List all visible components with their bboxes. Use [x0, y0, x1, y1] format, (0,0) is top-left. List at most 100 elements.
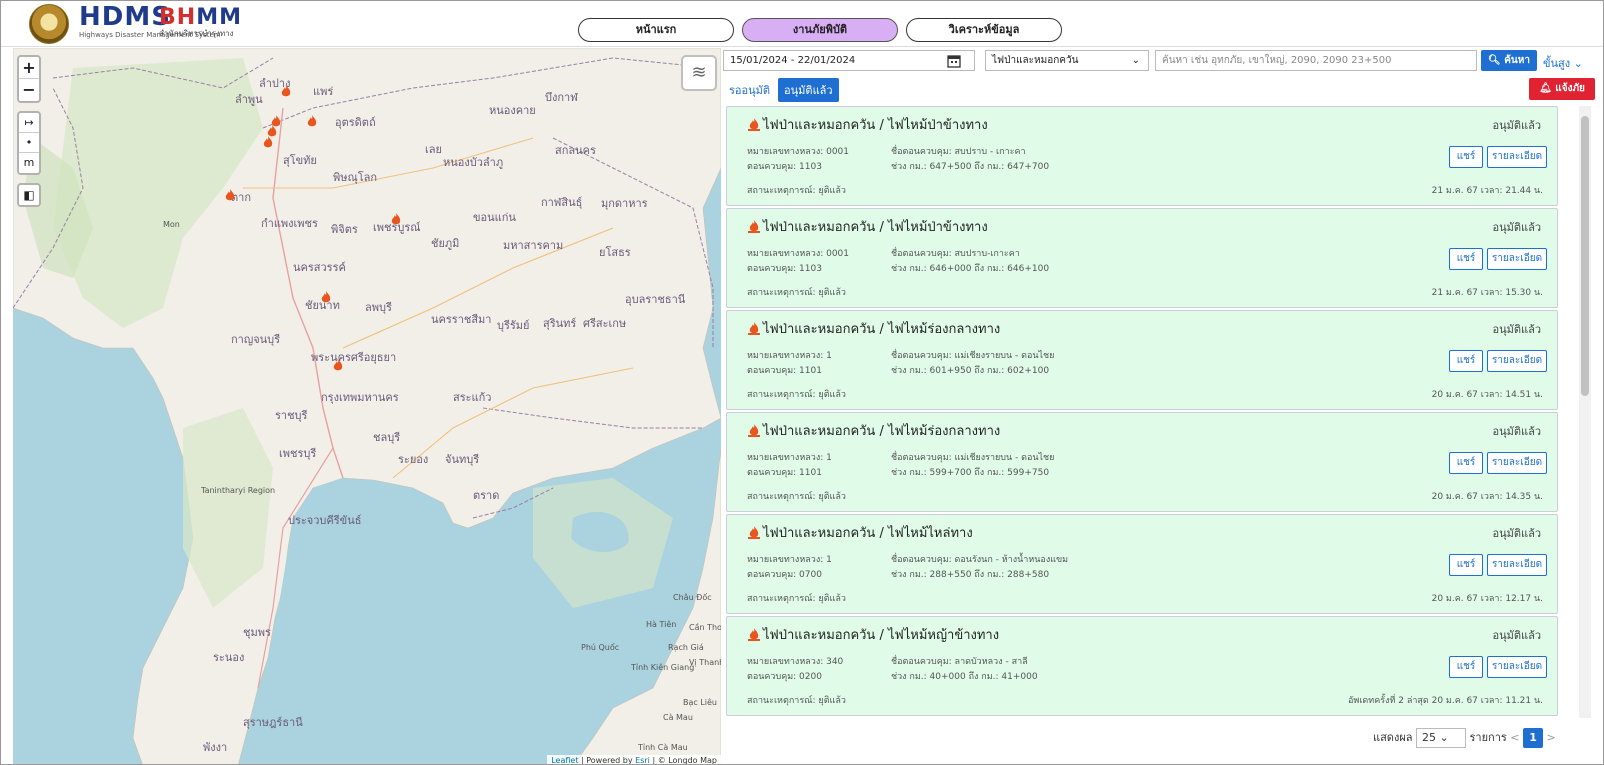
prev-page-button[interactable]: <: [1510, 731, 1519, 744]
search-input[interactable]: ค้นหา เช่น อุทกภัย, เขาใหญ่, 2090, 2090 …: [1155, 50, 1477, 71]
map-label: พังงา: [203, 741, 228, 754]
map-label: ระยอง: [398, 453, 429, 466]
incident-card[interactable]: ไฟป่าและหมอกควัน / ไฟไหม้ป่าข้างทาง อนุมั…: [726, 208, 1558, 308]
incident-card[interactable]: ไฟป่าและหมอกควัน / ไฟไหม้หญ้าข้างทาง อนุม…: [726, 616, 1558, 716]
map-label: สุรินทร์: [543, 317, 577, 330]
detail-button[interactable]: รายละเอียด: [1487, 554, 1547, 576]
share-button[interactable]: แชร์: [1449, 350, 1483, 372]
detail-button[interactable]: รายละเอียด: [1487, 656, 1547, 678]
incident-card[interactable]: ไฟป่าและหมอกควัน / ไฟไหม้ร่องกลางทาง อนุม…: [726, 310, 1558, 410]
highway-number: หมายเลขทางหลวง: 1: [747, 351, 832, 361]
map-label: เพชรบุรี: [279, 447, 317, 460]
map-view[interactable]: ลำปาง แพร่ ลำพูน อุตรดิตถ์ สุโขทัย พิษณุ…: [13, 48, 721, 765]
leaflet-link[interactable]: Leaflet: [551, 756, 578, 764]
detail-button[interactable]: รายละเอียด: [1487, 452, 1547, 474]
fire-icon: [747, 117, 761, 131]
disaster-type-value: ไฟป่าและหมอกควัน: [992, 55, 1079, 66]
search-label: ค้นหา: [1504, 55, 1530, 66]
bhmm-logo-subtitle: สำนักบริหารบำรุงทาง: [159, 29, 234, 38]
map-label: สกลนคร: [555, 144, 596, 157]
incident-title-text: ไฟป่าและหมอกควัน / ไฟไหม้ไหล่ทาง: [763, 526, 973, 541]
next-page-button[interactable]: >: [1547, 731, 1556, 744]
search-button[interactable]: 🔍︎ ค้นหา: [1481, 50, 1537, 71]
share-button[interactable]: แชร์: [1449, 248, 1483, 270]
share-button[interactable]: แชร์: [1449, 656, 1483, 678]
map-label: กำแพงเพชร: [261, 217, 318, 230]
zoom-control: + −: [17, 55, 41, 103]
detail-button[interactable]: รายละเอียด: [1487, 248, 1547, 270]
nav-analysis[interactable]: วิเคราะห์ข้อมูล: [906, 18, 1062, 42]
date-range-value: 15/01/2024 - 22/01/2024: [730, 55, 856, 66]
map-label: แพร่: [313, 85, 334, 98]
control-number: ตอนควบคุม: 1101: [747, 366, 822, 376]
detail-button[interactable]: รายละเอียด: [1487, 350, 1547, 372]
measure-line-icon[interactable]: ↦: [19, 113, 39, 133]
incident-card[interactable]: ไฟป่าและหมอกควัน / ไฟไหม้ไหล่ทาง อนุมัติแ…: [726, 514, 1558, 614]
esri-link[interactable]: Esri: [635, 756, 650, 764]
incident-card[interactable]: ไฟป่าและหมอกควัน / ไฟไหม้ป่าข้างทาง อนุมั…: [726, 106, 1558, 206]
highway-number: หมายเลขทางหลวง: 340: [747, 657, 844, 667]
incident-card[interactable]: ไฟป่าและหมอกควัน / ไฟไหม้ร่องกลางทาง อนุม…: [726, 412, 1558, 512]
layers-button[interactable]: ≋: [681, 55, 717, 91]
incident-title: ไฟป่าและหมอกควัน / ไฟไหม้หญ้าข้างทาง: [747, 624, 999, 645]
map-label: จันทบุรี: [445, 453, 480, 466]
map-label: ราชบุรี: [275, 409, 308, 422]
detail-button[interactable]: รายละเอียด: [1487, 146, 1547, 168]
bhmm-logo-mm: MM: [196, 5, 242, 30]
page-size-select[interactable]: 25 ⌄: [1416, 728, 1467, 748]
share-button[interactable]: แชร์: [1449, 452, 1483, 474]
km-range: ช่วง กม.: 646+000 ถึง กม.: 646+100: [891, 264, 1050, 274]
zoom-in-button[interactable]: +: [19, 57, 39, 79]
incident-title: ไฟป่าและหมอกควัน / ไฟไหม้ร่องกลางทาง: [747, 318, 1000, 339]
list-scrollbar[interactable]: [1579, 106, 1591, 718]
tab-pending[interactable]: รออนุมัติ: [723, 78, 776, 102]
report-incident-button[interactable]: 🔔︎ แจ้งภัย: [1529, 78, 1595, 100]
fire-marker-icon[interactable]: [261, 135, 275, 149]
disaster-type-select[interactable]: ไฟป่าและหมอกควัน ⌄: [985, 50, 1149, 71]
measure-unit-button[interactable]: m: [19, 153, 39, 173]
attribution-longdo: | © Longdo Map: [649, 756, 717, 765]
nav-home[interactable]: หน้าแรก: [578, 18, 734, 42]
control-name: ชื่อตอนควบคุม: สบปราบ - เกาะคา: [891, 147, 1026, 157]
km-range: ช่วง กม.: 601+950 ถึง กม.: 602+100: [891, 366, 1050, 376]
incident-list[interactable]: ไฟป่าและหมอกควัน / ไฟไหม้ป่าข้างทาง อนุมั…: [723, 106, 1591, 748]
scrollbar-thumb[interactable]: [1581, 116, 1589, 396]
incident-timestamp: 20 ม.ค. 67 เวลา: 14.35 น.: [1431, 492, 1543, 502]
control-number: ตอนควบคุม: 1103: [747, 162, 822, 172]
calendar-icon[interactable]: [947, 53, 961, 68]
incident-timestamp: 20 ม.ค. 67 เวลา: 14.51 น.: [1431, 390, 1543, 400]
share-button[interactable]: แชร์: [1449, 146, 1483, 168]
zoom-out-button[interactable]: −: [19, 79, 39, 101]
km-range: ช่วง กม.: 647+500 ถึง กม.: 647+700: [891, 162, 1050, 172]
nav-disaster[interactable]: งานภัยพิบัติ: [742, 18, 898, 42]
incident-status: สถานะเหตุการณ์: ยุติแล้ว: [747, 288, 846, 298]
tab-approved[interactable]: อนุมัติแล้ว: [778, 78, 839, 102]
map-label: อุตรดิตถ์: [335, 116, 376, 129]
fire-marker-icon[interactable]: [305, 114, 319, 128]
fire-marker-icon[interactable]: [331, 358, 345, 372]
highway-number: หมายเลขทางหลวง: 1: [747, 453, 832, 463]
approval-badge: อนุมัติแล้ว: [1492, 119, 1541, 132]
fire-icon: [747, 525, 761, 539]
fire-marker-icon[interactable]: [389, 212, 403, 226]
date-range-input[interactable]: 15/01/2024 - 22/01/2024: [723, 50, 975, 71]
share-button[interactable]: แชร์: [1449, 554, 1483, 576]
fullscreen-button[interactable]: ◧: [17, 183, 41, 207]
fire-marker-icon[interactable]: [279, 84, 293, 98]
map-label: สุโขทัย: [283, 154, 317, 167]
map-label-en: Tỉnh Cà Mau: [638, 743, 688, 752]
advanced-search-toggle[interactable]: ขั้นสูง ⌄: [1543, 54, 1583, 72]
chevron-down-icon: ⌄: [1573, 57, 1583, 70]
map-label: สระแก้ว: [453, 391, 492, 404]
fire-marker-icon[interactable]: [223, 188, 237, 202]
highway-number: หมายเลขทางหลวง: 1: [747, 555, 832, 565]
incident-timestamp: 21 ม.ค. 67 เวลา: 21.44 น.: [1431, 186, 1543, 196]
fire-marker-icon[interactable]: [319, 290, 333, 304]
page-size-label: แสดงผล: [1373, 731, 1413, 744]
map-attribution: Leaflet | Powered by Esri | © Longdo Map: [547, 755, 721, 765]
page-1-button[interactable]: 1: [1523, 728, 1544, 748]
map-label: มุกดาหาร: [601, 197, 648, 210]
incident-status: สถานะเหตุการณ์: ยุติแล้ว: [747, 186, 846, 196]
measure-point-icon[interactable]: •: [19, 133, 39, 153]
map-label-en: Hà Tiên: [646, 620, 677, 629]
